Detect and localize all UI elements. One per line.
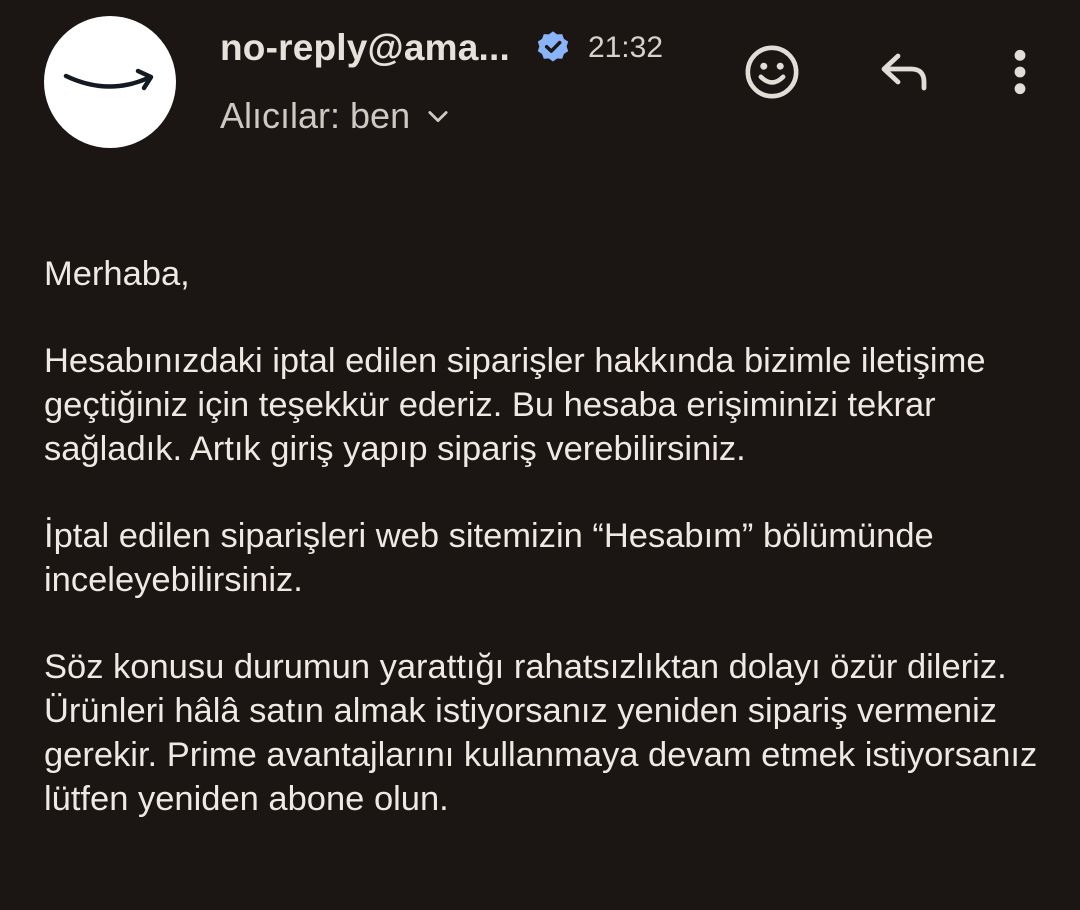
message-greeting: Merhaba, [44,255,190,293]
message-body: Merhaba, Hesabınızdaki iptal edilen sipa… [44,252,1044,864]
sender-line: no-reply@ama... 21:32 [220,22,663,74]
more-options-button[interactable] [996,40,1044,104]
reply-button[interactable] [872,42,936,102]
emoji-react-icon [745,45,799,99]
message-paragraph: Hesabınızdaki iptal edilen siparişler ha… [44,342,986,468]
message-header: no-reply@ama... 21:32 Alıcılar: ben [0,0,1080,170]
recipients-label: Alıcılar: ben [220,95,411,136]
emoji-react-button[interactable] [740,40,804,104]
sender-name[interactable]: no-reply@ama... [220,27,510,69]
chevron-down-icon [424,102,452,130]
recipients-toggle[interactable]: Alıcılar: ben [220,92,452,140]
amazon-smile-logo [63,68,154,91]
reply-arrow-icon [881,53,927,91]
verified-badge-icon [534,29,572,67]
more-vertical-icon [1014,49,1026,95]
message-paragraph: Söz konusu durumun yarattığı rahatsızlık… [44,648,1038,818]
message-time: 21:32 [587,31,664,64]
sender-avatar[interactable] [44,16,176,148]
message-paragraph: İptal edilen siparişleri web sitemizin “… [44,517,934,599]
